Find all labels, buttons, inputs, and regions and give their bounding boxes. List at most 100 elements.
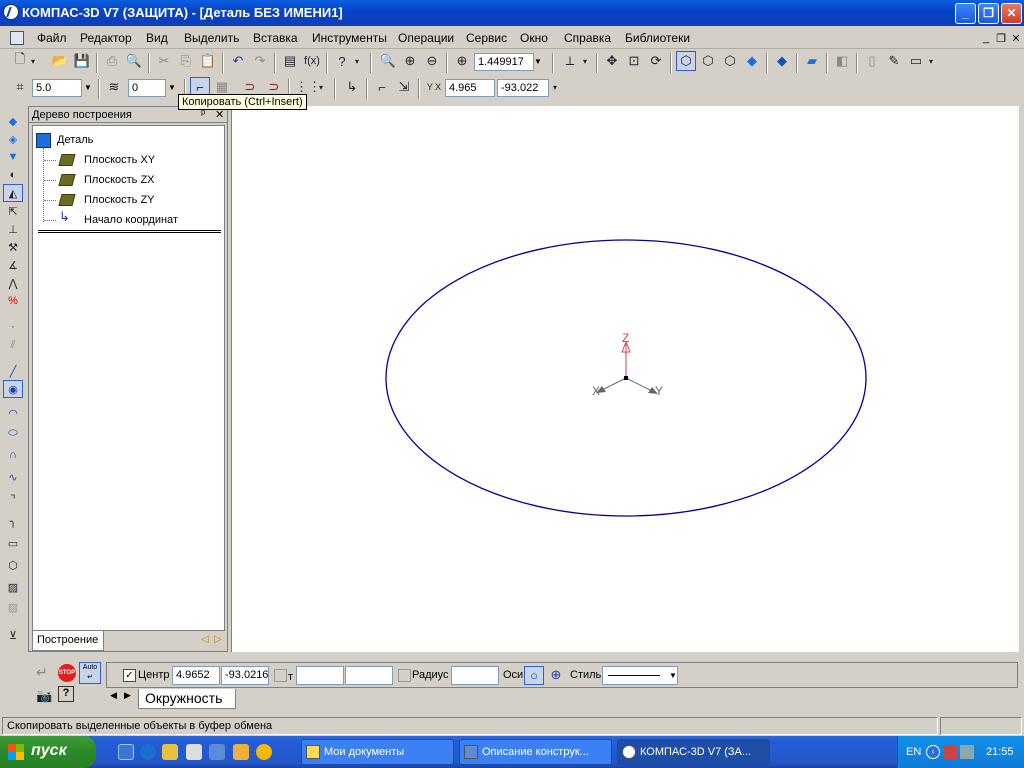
equidistant-icon[interactable]: ▨	[3, 598, 23, 616]
ortho-mode-icon[interactable]: ⌐	[372, 77, 392, 97]
round-icon[interactable]: ⇲	[394, 77, 414, 97]
task-word-document[interactable]: Описание конструк...	[459, 739, 612, 765]
spatial-curves-icon[interactable]: ◐	[3, 166, 23, 184]
menu-select[interactable]: Выделить	[184, 31, 239, 45]
radius-field[interactable]	[451, 666, 499, 685]
new-file-icon[interactable]: 🗋	[10, 51, 30, 71]
new-dropdown-icon[interactable]: ▾	[28, 51, 38, 71]
step-field[interactable]: 5.0	[32, 79, 82, 97]
cursor-dropdown-icon[interactable]: ▾	[550, 77, 560, 97]
help-dropdown-icon[interactable]: ▾	[352, 51, 362, 71]
panel-icon[interactable]: ▭	[906, 51, 926, 71]
spline-icon[interactable]: ∿	[3, 468, 23, 486]
menu-view[interactable]: Вид	[146, 31, 168, 45]
center-checkbox[interactable]: ✓	[123, 669, 136, 682]
media-quicklaunch-icon[interactable]	[256, 744, 272, 760]
arc-icon[interactable]: ◠	[3, 404, 23, 422]
save-icon[interactable]: 💾	[72, 51, 92, 71]
maximize-button[interactable]: ❐	[978, 3, 999, 24]
step-dropdown[interactable]: ▼	[82, 79, 94, 97]
menu-libraries[interactable]: Библиотеки	[625, 31, 690, 45]
sketch-mode-icon[interactable]: ◧	[832, 51, 852, 71]
tab-scroll-right-icon[interactable]: ▶	[124, 690, 131, 701]
tree-node-origin[interactable]: Начало координат	[84, 214, 178, 226]
doc-close-button[interactable]: ✕	[1010, 32, 1022, 45]
function-icon[interactable]: f(x)	[302, 51, 322, 71]
drawing-canvas[interactable]: Z X Y	[231, 106, 1019, 652]
menu-operations[interactable]: Операции	[398, 31, 454, 45]
minimize-button[interactable]: _	[955, 3, 976, 24]
point-y-field[interactable]	[345, 666, 393, 685]
zoom-all-icon[interactable]: ⊡	[624, 51, 644, 71]
zoom-out-icon[interactable]: ⊖	[422, 51, 442, 71]
volume-tray-icon[interactable]	[960, 745, 974, 759]
orientation-dropdown-icon[interactable]: ▾	[580, 51, 590, 71]
menu-tools[interactable]: Инструменты	[312, 31, 387, 45]
auto-create-button[interactable]: Auto ↵	[79, 662, 101, 684]
help-cursor-icon[interactable]: ?	[332, 51, 352, 71]
dimensions-icon[interactable]: ⇱	[3, 202, 23, 220]
menu-window[interactable]: Окно	[520, 31, 548, 45]
rectangle-icon[interactable]: ▭	[3, 534, 23, 552]
ellipse-icon[interactable]: ⬭	[3, 424, 23, 442]
clock[interactable]: 21:55	[986, 746, 1014, 758]
zoom-scale-field[interactable]: 1.449917	[474, 53, 534, 71]
zoom-scale-icon[interactable]: ⊕	[452, 51, 472, 71]
task-my-documents[interactable]: Мои документы	[301, 739, 454, 765]
edit-point-icon[interactable]: ✎	[884, 51, 904, 71]
print-icon[interactable]: ⎙	[102, 51, 122, 71]
line-style-dropdown[interactable]: ▼	[667, 667, 679, 685]
start-button[interactable]: пуск	[0, 736, 96, 768]
cursor-y-field[interactable]: -93.022	[497, 79, 549, 97]
menu-file[interactable]: Файл	[37, 31, 67, 45]
tree-node-plane-zx[interactable]: Плоскость ZX	[84, 174, 155, 186]
document-icon[interactable]	[10, 31, 24, 45]
close-button[interactable]: ✕	[1001, 3, 1022, 24]
menu-service[interactable]: Сервис	[466, 31, 507, 45]
local-cs-icon[interactable]: ↳	[342, 77, 362, 97]
tab-next-icon[interactable]: ▷	[214, 634, 222, 645]
tab-prev-icon[interactable]: ◁	[201, 634, 209, 645]
parametrization-icon[interactable]: ∡	[3, 256, 23, 274]
point-checkbox[interactable]	[274, 669, 287, 682]
redo-icon[interactable]: ↷	[250, 51, 270, 71]
tab-scroll-left-icon[interactable]: ◀	[110, 690, 117, 701]
cursor-x-field[interactable]: 4.965	[445, 79, 495, 97]
network-tray-icon[interactable]	[944, 745, 958, 759]
manager-icon[interactable]: ▤	[280, 51, 300, 71]
tray-expand-icon[interactable]: ‹	[926, 745, 940, 759]
panel-dropdown-icon[interactable]: ▾	[926, 51, 936, 71]
menu-insert[interactable]: Вставка	[253, 31, 298, 45]
fillet-icon[interactable]: ╮	[3, 512, 23, 530]
hidden-thin-lines-icon[interactable]: ⬡	[720, 51, 740, 71]
zoom-scale-dropdown[interactable]: ▼	[532, 53, 544, 71]
notation-icon[interactable]: ⊥	[3, 220, 23, 238]
radius-checkbox[interactable]	[398, 669, 411, 682]
surfaces-icon[interactable]: ◈	[3, 130, 23, 148]
hatch-icon[interactable]: ▨	[3, 578, 23, 596]
edit-details-icon[interactable]: ◆	[3, 112, 23, 130]
paste-icon[interactable]: 📋	[198, 51, 218, 71]
tab-circle[interactable]: Окружность	[138, 689, 236, 709]
help-icon[interactable]: ?	[58, 686, 74, 702]
hidden-lines-icon[interactable]: ⬡	[698, 51, 718, 71]
orientation-icon[interactable]: ⟂	[560, 51, 580, 71]
doc-minimize-button[interactable]: _	[980, 32, 992, 44]
cut-icon[interactable]: ✂	[154, 51, 174, 71]
camera-icon[interactable]: 📷	[36, 688, 52, 704]
perspective-icon[interactable]: ▰	[802, 51, 822, 71]
geometry-icon[interactable]: ◭	[3, 184, 23, 202]
print-preview-icon[interactable]: 🔍	[124, 51, 144, 71]
center-x-field[interactable]: 4.9652	[172, 666, 220, 685]
layer-field[interactable]: 0	[128, 79, 166, 97]
pan-icon[interactable]: ✥	[602, 51, 622, 71]
grid-dropdown-icon[interactable]: ▾	[316, 77, 326, 97]
rotate-icon[interactable]: ⟳	[646, 51, 666, 71]
layer-dropdown[interactable]: ▼	[166, 79, 178, 97]
kompas-app-icon[interactable]	[3, 4, 19, 20]
app2-quicklaunch-icon[interactable]	[233, 744, 249, 760]
with-axes-button[interactable]: ⊕	[546, 666, 566, 685]
edit-icon[interactable]: ⚒	[3, 238, 23, 256]
language-indicator[interactable]: EN	[906, 746, 921, 758]
polygon-icon[interactable]: ⬡	[3, 556, 23, 574]
